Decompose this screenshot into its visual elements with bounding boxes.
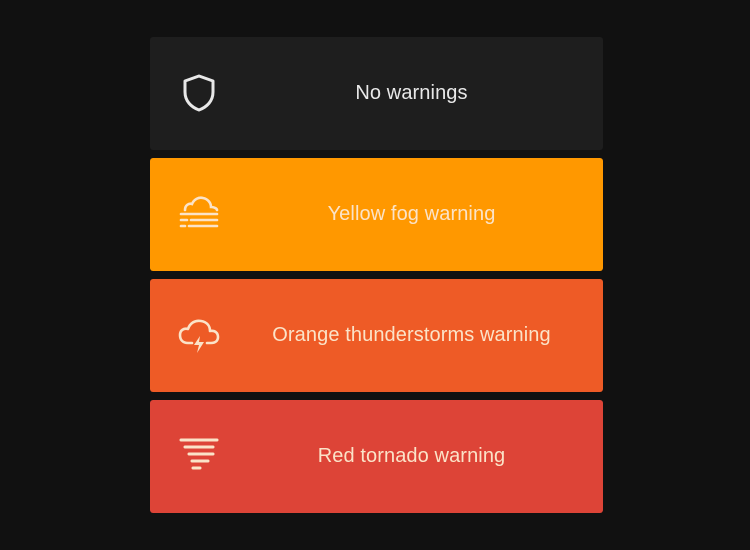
tornado-icon [179, 438, 219, 470]
warning-card-red[interactable]: Red tornado warning [150, 400, 603, 513]
warning-label: Red tornado warning [317, 445, 506, 467]
warning-label: Yellow fog warning [327, 203, 496, 225]
warning-card-yellow[interactable]: Yellow fog warning [150, 158, 603, 271]
warning-card-orange[interactable]: Orange thunderstorms warning [150, 279, 603, 392]
warning-card-none[interactable]: No warnings [150, 37, 603, 150]
warnings-list: No warnings Yellow fog warning Orange th… [150, 37, 603, 521]
thunderstorm-icon [178, 319, 220, 353]
warning-label: No warnings [355, 82, 468, 104]
shield-icon [183, 74, 215, 112]
fog-icon [179, 196, 219, 228]
warning-label: Orange thunderstorms warning [272, 324, 551, 346]
